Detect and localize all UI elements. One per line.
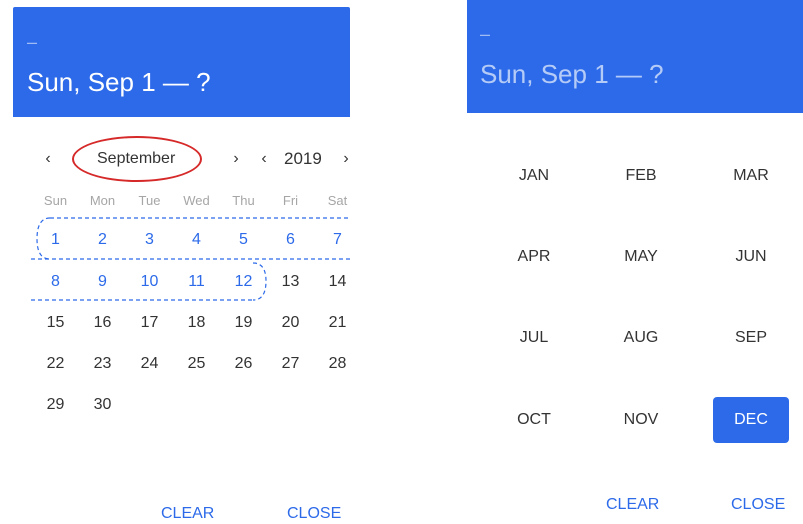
month-cell-jan[interactable]: JAN bbox=[496, 153, 572, 199]
next-month-chevron-icon[interactable]: › bbox=[228, 148, 244, 170]
day-cell[interactable]: 29 bbox=[32, 393, 79, 417]
month-cell-feb[interactable]: FEB bbox=[603, 153, 679, 199]
weekday-label: Mon bbox=[89, 193, 116, 208]
month-cell-jul[interactable]: JUL bbox=[496, 315, 572, 361]
day-cell[interactable]: 12 bbox=[220, 270, 267, 294]
day-cell[interactable]: 2 bbox=[79, 228, 126, 252]
day-cell[interactable]: 11 bbox=[173, 270, 220, 294]
date-picker-month-view: – Sun, Sep 1 — ? JAN FEB MAR APR MAY JUN JUL AU… bbox=[467, 0, 803, 524]
header-dash: – bbox=[480, 24, 491, 44]
day-cell[interactable]: 20 bbox=[267, 311, 314, 335]
day-cell[interactable]: 9 bbox=[79, 270, 126, 294]
day-cell[interactable]: 8 bbox=[32, 270, 79, 294]
day-cell[interactable]: 27 bbox=[267, 352, 314, 376]
day-cell[interactable]: 23 bbox=[79, 352, 126, 376]
month-cell-oct[interactable]: OCT bbox=[496, 397, 572, 443]
day-cell[interactable]: 28 bbox=[314, 352, 361, 376]
month-cell-mar[interactable]: MAR bbox=[713, 153, 789, 199]
day-cell[interactable]: 13 bbox=[267, 270, 314, 294]
weekday-label: Sun bbox=[43, 193, 68, 208]
next-year-chevron-icon[interactable]: › bbox=[338, 148, 354, 170]
picker-header: – Sun, Sep 1 — ? bbox=[13, 7, 350, 117]
day-cell[interactable]: 1 bbox=[32, 228, 79, 252]
clear-button[interactable]: CLEAR bbox=[606, 496, 659, 514]
day-cell[interactable]: 15 bbox=[32, 311, 79, 335]
month-cell-apr[interactable]: APR bbox=[496, 234, 572, 280]
year-label[interactable]: 2019 bbox=[284, 146, 322, 172]
picker-header: – Sun, Sep 1 — ? bbox=[467, 0, 803, 113]
close-button[interactable]: CLOSE bbox=[287, 505, 341, 523]
day-cell[interactable]: 22 bbox=[32, 352, 79, 376]
day-cell[interactable]: 19 bbox=[220, 311, 267, 335]
weekday-label: Thu bbox=[232, 193, 255, 208]
day-cell[interactable]: 30 bbox=[79, 393, 126, 417]
clear-button[interactable]: CLEAR bbox=[161, 505, 214, 523]
day-cell[interactable]: 3 bbox=[126, 228, 173, 252]
month-cell-nov[interactable]: NOV bbox=[603, 397, 679, 443]
month-cell-dec[interactable]: DEC bbox=[713, 397, 789, 443]
day-cell[interactable]: 7 bbox=[314, 228, 361, 252]
month-cell-jun[interactable]: JUN bbox=[713, 234, 789, 280]
month-label[interactable]: September bbox=[97, 146, 175, 172]
prev-month-chevron-icon[interactable]: ‹ bbox=[40, 148, 56, 170]
weekday-label: Fri bbox=[282, 193, 299, 208]
month-cell-may[interactable]: MAY bbox=[603, 234, 679, 280]
day-cell[interactable]: 5 bbox=[220, 228, 267, 252]
day-cell[interactable]: 6 bbox=[267, 228, 314, 252]
weekday-label: Sat bbox=[327, 193, 348, 208]
prev-year-chevron-icon[interactable]: ‹ bbox=[256, 148, 272, 170]
day-cell[interactable]: 16 bbox=[79, 311, 126, 335]
day-cell[interactable]: 25 bbox=[173, 352, 220, 376]
weekday-label: Wed bbox=[183, 193, 210, 208]
day-cell[interactable]: 21 bbox=[314, 311, 361, 335]
selected-range-title: Sun, Sep 1 — ? bbox=[27, 67, 211, 97]
day-cell[interactable]: 4 bbox=[173, 228, 220, 252]
day-cell[interactable]: 26 bbox=[220, 352, 267, 376]
month-cell-sep[interactable]: SEP bbox=[713, 315, 789, 361]
day-cell[interactable]: 14 bbox=[314, 270, 361, 294]
close-button[interactable]: CLOSE bbox=[731, 496, 785, 514]
month-cell-aug[interactable]: AUG bbox=[603, 315, 679, 361]
day-cell[interactable]: 10 bbox=[126, 270, 173, 294]
header-dash: – bbox=[27, 32, 38, 52]
weekday-label: Tue bbox=[138, 193, 161, 208]
selected-range-title: Sun, Sep 1 — ? bbox=[480, 59, 664, 89]
day-cell[interactable]: 24 bbox=[126, 352, 173, 376]
date-picker-day-view: – Sun, Sep 1 — ? ‹ September › ‹ 2019 › … bbox=[13, 0, 350, 524]
day-cell[interactable]: 18 bbox=[173, 311, 220, 335]
day-cell[interactable]: 17 bbox=[126, 311, 173, 335]
